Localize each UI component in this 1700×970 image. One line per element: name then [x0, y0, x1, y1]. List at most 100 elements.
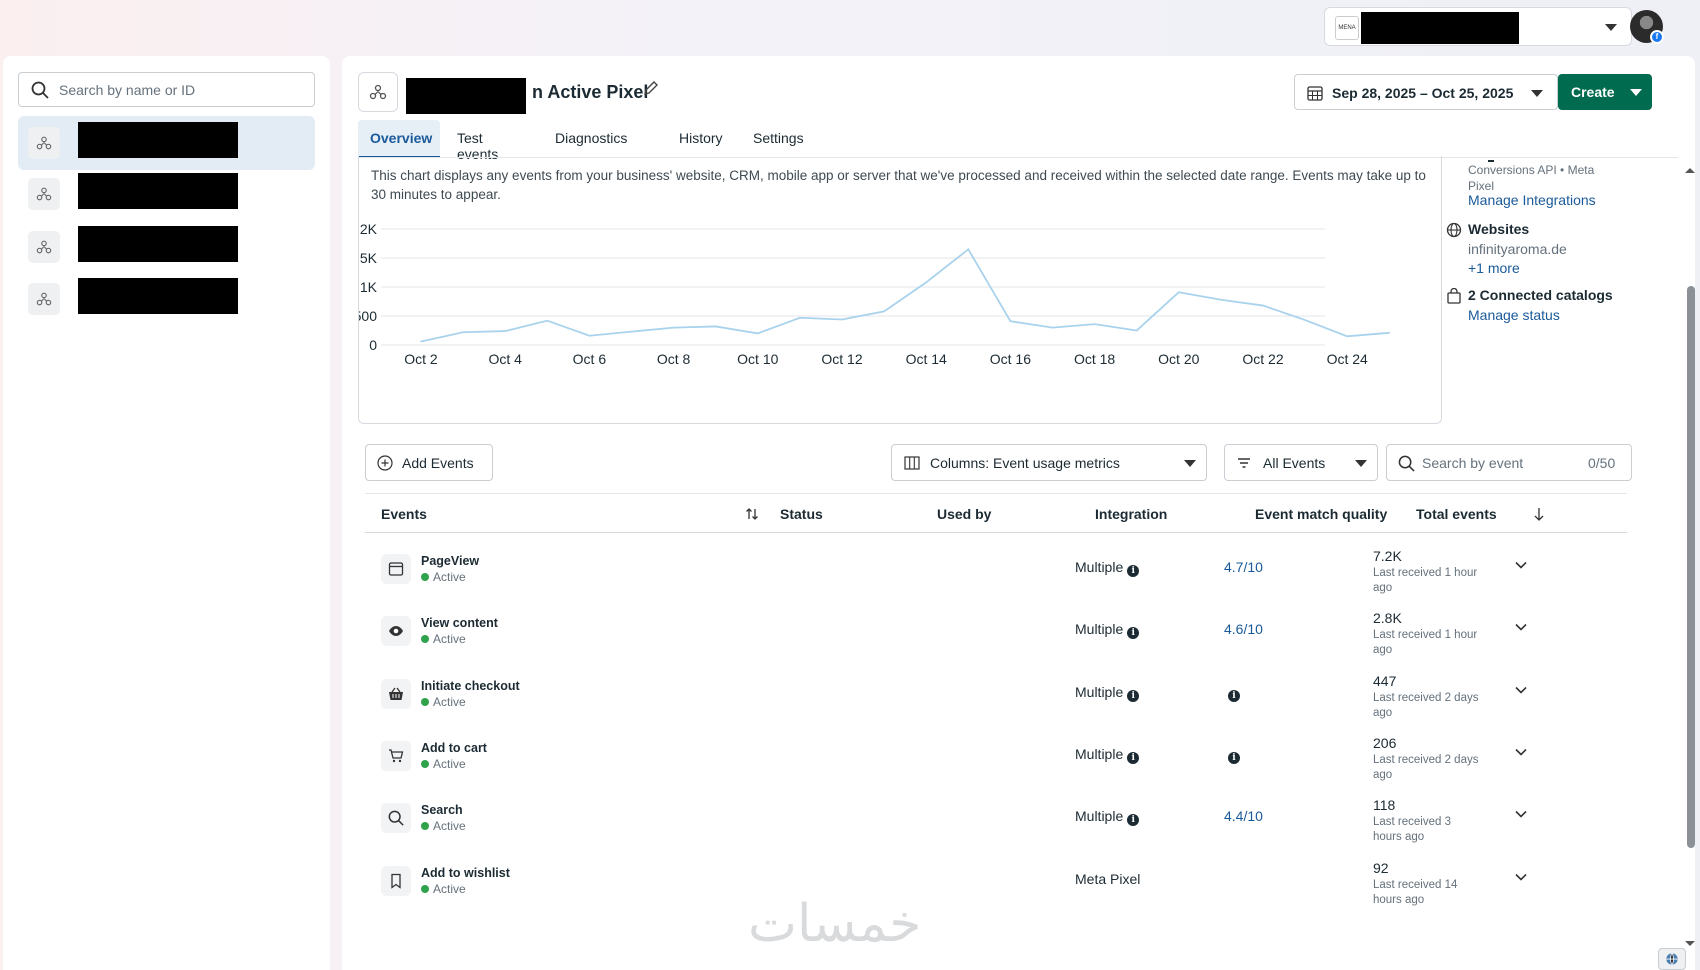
info-icon[interactable]: i: [1127, 565, 1140, 577]
event-total-count: 2.8K: [1373, 610, 1402, 627]
pixel-details-sidebar: Conversions API • Meta Pixel Manage Inte…: [1446, 156, 1676, 396]
info-icon[interactable]: i: [1127, 751, 1140, 764]
event-search-placeholder: Search by event: [1422, 455, 1524, 471]
info-icon[interactable]: i: [1228, 751, 1240, 764]
sort-descending-icon[interactable]: [1533, 507, 1545, 521]
help-widget-button[interactable]: [1658, 948, 1686, 970]
chevron-down-icon[interactable]: [1515, 810, 1527, 818]
edit-pencil-icon[interactable]: [642, 79, 660, 97]
event-filter-dropdown[interactable]: All Events: [1224, 444, 1378, 481]
plus-circle-icon: [377, 455, 393, 471]
pixel-search-input[interactable]: Search by name or ID: [18, 72, 315, 107]
events-series-line: [420, 247, 1390, 343]
globe-icon: [1666, 953, 1678, 965]
manage-integrations-link[interactable]: Manage Integrations: [1468, 192, 1596, 208]
pixel-list-panel: Search by name or ID: [3, 56, 330, 970]
event-last-received: Last received 2 days ago: [1373, 691, 1479, 719]
data-point: [462, 331, 464, 334]
table-row[interactable]: View content Active Multiple i 4.6/10 2.8K Las…: [365, 596, 1627, 663]
search-icon: [381, 803, 411, 834]
event-integration: Meta Pixel: [1075, 871, 1140, 887]
date-range-picker[interactable]: Sep 28, 2025 – Oct 25, 2025: [1294, 74, 1558, 110]
data-point: [1178, 291, 1180, 294]
table-row[interactable]: PageView Active Multiple i 4.7/10 7.2K Last re…: [365, 534, 1627, 601]
data-point: [1093, 323, 1096, 325]
basket-icon: [381, 678, 411, 709]
event-status-label: Active: [433, 881, 466, 896]
manage-status-link[interactable]: Manage status: [1468, 307, 1560, 323]
pixel-list-item[interactable]: [18, 116, 315, 170]
x-tick-label: Oct 24: [1327, 351, 1368, 367]
data-point: [1346, 335, 1348, 338]
redacted-pixel-name: [78, 122, 238, 158]
tab-test-events[interactable]: Test events: [457, 120, 498, 162]
event-integration-label: Multiple: [1075, 808, 1124, 825]
data-point: [1388, 332, 1391, 334]
table-row[interactable]: Add to cart Active Multiple i i 206 Last recei…: [365, 721, 1627, 788]
tab-diagnostics[interactable]: Diagnostics: [555, 120, 627, 158]
data-point: [546, 319, 549, 322]
event-match-quality-link[interactable]: 4.4/10: [1224, 808, 1263, 824]
chevron-down-icon[interactable]: [1515, 873, 1527, 881]
event-integration: Multiple i: [1075, 621, 1140, 640]
add-events-button[interactable]: Add Events: [365, 444, 493, 481]
table-row[interactable]: Add to wishlist Active Meta Pixel 92 Last re…: [365, 846, 1627, 913]
info-icon[interactable]: i: [1127, 814, 1140, 827]
tab-history[interactable]: History: [679, 120, 723, 158]
chevron-down-icon[interactable]: [1515, 686, 1527, 694]
active-status-dot: [421, 822, 429, 831]
info-icon[interactable]: i: [1127, 689, 1140, 702]
info-icon[interactable]: i: [1127, 627, 1140, 640]
page-title: n Active Pixel: [532, 82, 649, 102]
website-domain: infinityaroma.de: [1468, 241, 1567, 257]
table-row[interactable]: Initiate checkout Active Multiple i i 447 Last…: [365, 659, 1627, 726]
y-tick-label: 0: [369, 337, 377, 353]
account-logo: MENA: [1335, 16, 1359, 40]
cart-icon: [381, 740, 411, 771]
event-match-quality: i: [1228, 746, 1240, 764]
data-point: [1304, 319, 1306, 321]
tab-overview[interactable]: Overview: [358, 120, 440, 158]
event-integration-label: Multiple: [1075, 621, 1124, 638]
x-tick-label: Oct 16: [990, 351, 1031, 367]
scroll-down-arrow-icon[interactable]: [1684, 940, 1695, 948]
create-button[interactable]: Create: [1558, 74, 1652, 110]
event-status: Active: [421, 570, 466, 584]
redacted-pixel-name: [406, 78, 526, 114]
columns-dropdown[interactable]: Columns: Event usage metrics: [891, 444, 1207, 481]
chevron-down-icon[interactable]: [1515, 748, 1527, 756]
pixel-icon: [28, 127, 60, 159]
header-total-events[interactable]: Total events: [1416, 506, 1497, 522]
chevron-down-icon[interactable]: [1515, 561, 1527, 569]
header-used-by: Used by: [937, 506, 992, 522]
watermark: خمسات: [748, 894, 922, 954]
y-tick-label: 1.5K: [359, 250, 378, 266]
info-icon[interactable]: i: [1228, 689, 1240, 702]
x-tick-label: Oct 10: [737, 351, 778, 367]
tab-settings[interactable]: Settings: [753, 120, 804, 158]
event-status-label: Active: [433, 632, 466, 647]
data-point: [714, 325, 717, 328]
table-row[interactable]: Search Active Multiple i 4.4/10 118 Last recei…: [365, 783, 1627, 850]
event-match-quality-link[interactable]: 4.6/10: [1224, 621, 1263, 637]
event-integration: Multiple i: [1075, 746, 1140, 764]
pixel-list-item[interactable]: [18, 220, 315, 274]
events-table-header: Events Status Used by Integration Event …: [365, 493, 1627, 533]
active-status-dot: [421, 573, 429, 581]
chevron-down-icon[interactable]: [1515, 623, 1527, 631]
scrollbar-thumb[interactable]: [1687, 286, 1695, 848]
sort-icon[interactable]: [745, 507, 759, 521]
pixel-icon: [28, 178, 60, 210]
event-match-quality-link[interactable]: 4.7/10: [1224, 559, 1263, 575]
event-search-input[interactable]: Search by event 0/50: [1386, 444, 1632, 481]
more-websites-link[interactable]: +1 more: [1468, 260, 1520, 276]
pixel-icon: [358, 72, 398, 112]
pixel-list-item[interactable]: [18, 272, 315, 326]
account-switcher[interactable]: MENA: [1324, 7, 1632, 46]
scroll-up-arrow-icon[interactable]: [1684, 166, 1695, 174]
pixel-list-item[interactable]: [18, 167, 315, 221]
header-events[interactable]: Events: [381, 506, 427, 522]
event-name: Initiate checkout: [421, 678, 520, 693]
date-range-label: Sep 28, 2025 – Oct 25, 2025: [1332, 85, 1514, 101]
active-status-dot: [421, 759, 429, 768]
